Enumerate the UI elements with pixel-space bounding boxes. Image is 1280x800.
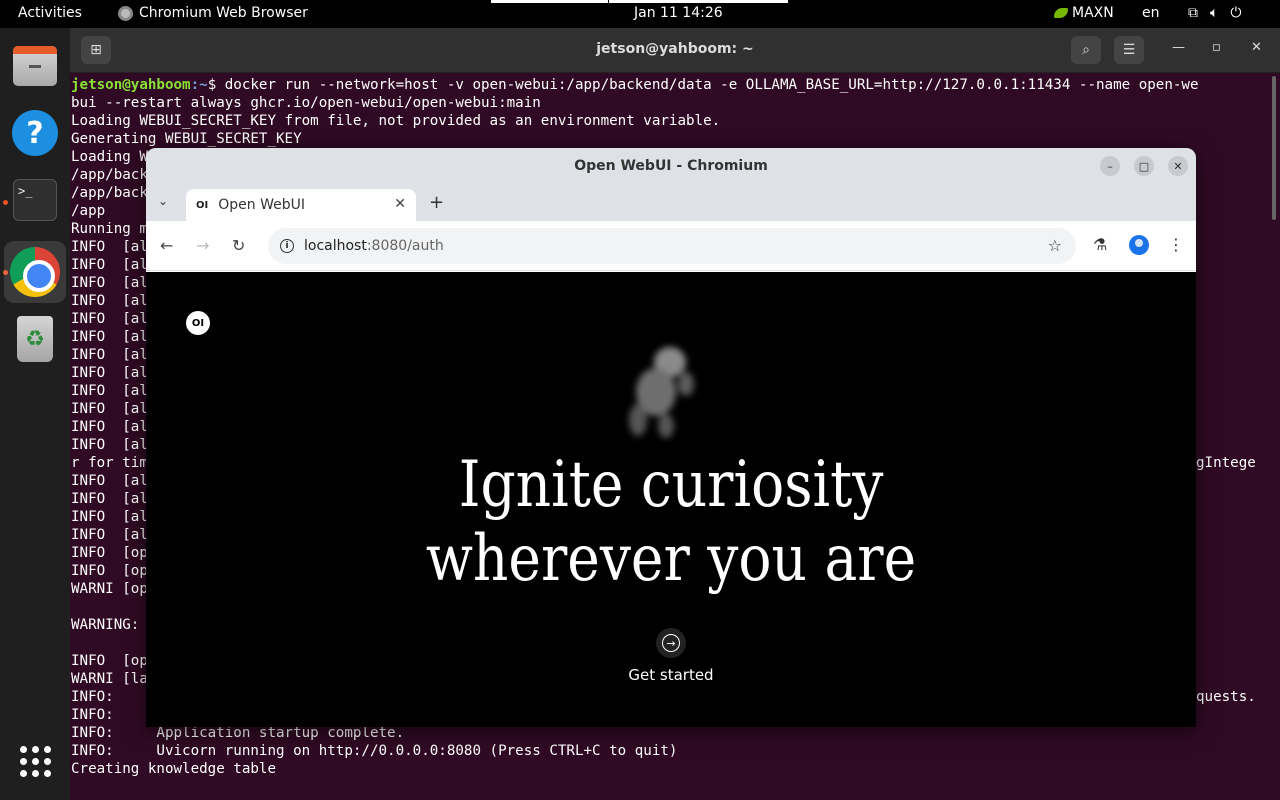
- menu-button[interactable]: ☰: [1114, 36, 1144, 64]
- terminal-header: ⊞ jetson@yahboom: ~ ⌕ ☰ — ▫ ✕: [70, 28, 1280, 73]
- favicon-icon: OI: [196, 199, 209, 211]
- tab-strip: ⌄ OI Open WebUI ✕ +: [146, 185, 1196, 221]
- bookmark-star-icon[interactable]: ☆: [1048, 236, 1062, 255]
- terminal-line: INFO: Uvicorn running on http://0.0.0.0:…: [71, 743, 678, 759]
- chromium-window[interactable]: Open WebUI - Chromium – □ ✕ ⌄ OI Open We…: [146, 148, 1196, 727]
- prompt-path: :~: [190, 77, 208, 93]
- tab-title: Open WebUI: [218, 197, 305, 213]
- maximize-button[interactable]: ▫: [1212, 40, 1221, 55]
- kebab-menu-icon[interactable]: ⋮: [1168, 235, 1184, 254]
- browser-maximize-button[interactable]: □: [1134, 156, 1154, 176]
- dock-files[interactable]: [11, 42, 59, 90]
- site-info-icon[interactable]: i: [280, 239, 294, 253]
- terminal-line: Creating knowledge table: [71, 761, 276, 777]
- browser-toolbar: ← → ↻ i localhost:8080/auth ☆ ⚗ ⋮: [146, 221, 1196, 271]
- terminal-line-fragment: gIntege: [1196, 455, 1256, 471]
- back-button[interactable]: ←: [160, 236, 173, 255]
- terminal-line-fragment: quests.: [1196, 689, 1256, 705]
- power-mode-label: MAXN: [1072, 5, 1114, 21]
- search-icon: ⌕: [1082, 42, 1090, 58]
- nvidia-icon: [1054, 8, 1068, 18]
- running-indicator: [3, 200, 8, 205]
- arrow-right-circle-icon: →: [662, 634, 680, 652]
- terminal-line: bui --restart always ghcr.io/open-webui/…: [71, 95, 541, 111]
- dock: ? >_ ♻: [0, 28, 70, 800]
- top-bar: Activities Chromium Web Browser Jan 11 1…: [0, 0, 1280, 28]
- open-webui-logo: OI: [186, 311, 210, 335]
- labs-icon[interactable]: ⚗: [1093, 235, 1107, 254]
- dock-terminal[interactable]: >_: [11, 176, 59, 224]
- dock-help[interactable]: ?: [11, 109, 59, 157]
- files-icon: [13, 46, 57, 86]
- chevron-down-icon: ⌄: [158, 194, 169, 208]
- url-host: localhost: [304, 238, 367, 254]
- astronaut-image: [629, 347, 694, 438]
- app-menu-label: Chromium Web Browser: [139, 5, 308, 21]
- minimize-button[interactable]: —: [1172, 40, 1185, 55]
- close-button[interactable]: ✕: [1251, 40, 1262, 55]
- app-grid-icon: [19, 745, 51, 777]
- command-text: $ docker run --network=host -v open-webu…: [207, 77, 1199, 93]
- reload-button[interactable]: ↻: [232, 236, 245, 255]
- terminal-scrollbar[interactable]: [1272, 76, 1276, 220]
- notification-bar: [491, 0, 788, 3]
- forward-button[interactable]: →: [196, 236, 209, 255]
- browser-minimize-button[interactable]: –: [1100, 156, 1120, 176]
- hamburger-icon: ☰: [1122, 42, 1136, 58]
- chromium-icon: [10, 247, 60, 297]
- volume-icon: 🔈︎: [1210, 5, 1219, 21]
- trash-icon: ♻: [17, 316, 53, 362]
- activities-button[interactable]: Activities: [18, 5, 82, 21]
- terminal-line: Loading WEBUI_SECRET_KEY from file, not …: [71, 113, 721, 129]
- address-bar[interactable]: i localhost:8080/auth ☆: [268, 228, 1076, 264]
- show-apps-button[interactable]: [11, 737, 59, 785]
- language-indicator[interactable]: en: [1142, 5, 1160, 21]
- tab-open-webui[interactable]: OI Open WebUI ✕: [186, 189, 416, 221]
- dock-trash[interactable]: ♻: [11, 315, 59, 363]
- profile-avatar[interactable]: [1129, 235, 1149, 255]
- help-icon: ?: [12, 110, 58, 156]
- tab-search-button[interactable]: ⌄: [158, 194, 168, 208]
- browser-close-button[interactable]: ✕: [1168, 156, 1188, 176]
- url-path: :8080/auth: [366, 238, 444, 254]
- clock[interactable]: Jan 11 14:26: [634, 5, 723, 21]
- tab-close-icon[interactable]: ✕: [394, 196, 406, 212]
- hero-headline-line-2: wherever you are: [425, 522, 917, 596]
- hero-headline: Ignite curiosity wherever you are: [220, 448, 1123, 596]
- chromium-icon: [118, 5, 133, 21]
- browser-titlebar: Open WebUI - Chromium – □ ✕: [146, 148, 1196, 185]
- get-started-label[interactable]: Get started: [146, 666, 1196, 684]
- new-tab-button[interactable]: +: [429, 192, 444, 213]
- system-menu[interactable]: ⧉ 🔈︎ ⏻: [1188, 5, 1241, 21]
- dock-chromium[interactable]: [4, 241, 66, 303]
- browser-window-title: Open WebUI - Chromium: [574, 158, 768, 174]
- prompt-user: jetson@yahboom: [71, 77, 191, 93]
- app-menu[interactable]: Chromium Web Browser: [118, 5, 308, 21]
- power-icon: ⏻: [1230, 5, 1242, 21]
- terminal-line: Generating WEBUI_SECRET_KEY: [71, 131, 302, 147]
- get-started-button[interactable]: →: [656, 628, 686, 658]
- page-content: OI Ignite curiosity wherever you are → G…: [146, 272, 1196, 727]
- power-mode-indicator[interactable]: MAXN: [1054, 5, 1114, 21]
- terminal-icon: >_: [13, 179, 57, 221]
- search-button[interactable]: ⌕: [1071, 36, 1101, 64]
- hero-headline-line-1: Ignite curiosity: [458, 448, 884, 522]
- network-icon: ⧉: [1188, 5, 1198, 21]
